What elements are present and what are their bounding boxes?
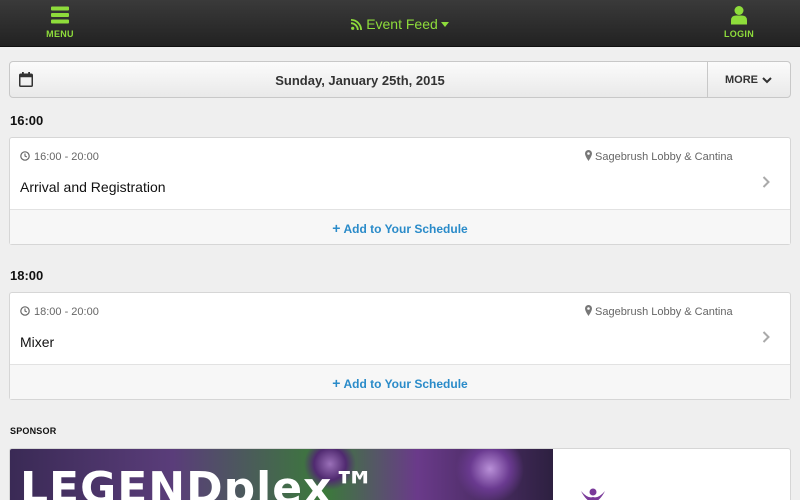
plus-icon: + [332, 375, 341, 391]
more-label: MORE [725, 74, 758, 86]
chevron-right-icon [762, 331, 770, 343]
event-card-body[interactable]: 18:00 - 20:00 Sagebrush Lobby & Cantina … [10, 293, 790, 365]
sponsor-header: SPONSOR [10, 426, 57, 436]
event-card[interactable]: 18:00 - 20:00 Sagebrush Lobby & Cantina … [9, 292, 791, 400]
add-to-schedule-button[interactable]: + Add to Your Schedule [10, 210, 790, 244]
event-location-text: Sagebrush Lobby & Cantina [595, 306, 733, 318]
add-to-schedule-label: Add to Your Schedule [343, 222, 468, 236]
event-card-body[interactable]: 16:00 - 20:00 Sagebrush Lobby & Cantina … [10, 138, 790, 210]
event-location: Sagebrush Lobby & Cantina [585, 150, 733, 163]
more-button[interactable]: MORE [707, 62, 791, 97]
menu-label: MENU [46, 29, 74, 39]
event-time: 18:00 - 20:00 [20, 306, 99, 318]
caret-down-icon [440, 22, 449, 27]
rss-icon [351, 19, 363, 31]
event-card[interactable]: 16:00 - 20:00 Sagebrush Lobby & Cantina … [9, 137, 791, 245]
event-feed-dropdown[interactable]: Event Feed [340, 16, 460, 32]
event-time: 16:00 - 20:00 [20, 151, 99, 163]
time-group-header: 16:00 [10, 113, 44, 128]
add-to-schedule-button[interactable]: + Add to Your Schedule [10, 365, 790, 399]
clock-icon [20, 151, 30, 161]
event-location-text: Sagebrush Lobby & Cantina [595, 151, 733, 163]
login-label: LOGIN [724, 29, 754, 39]
sponsor-banner[interactable]: LEGENDplex™ [9, 448, 791, 500]
chevron-right-icon [762, 176, 770, 188]
add-to-schedule-label: Add to Your Schedule [343, 377, 468, 391]
page-title: Event Feed [366, 16, 438, 32]
time-group-header: 18:00 [10, 268, 44, 283]
event-title: Arrival and Registration [20, 179, 166, 195]
sponsor-banner-image: LEGENDplex™ [10, 449, 553, 500]
user-icon [731, 6, 747, 25]
date-bar: Sunday, January 25th, 2015 MORE [9, 61, 791, 98]
top-navbar: MENU Event Feed LOGIN [0, 0, 800, 47]
menu-button[interactable]: MENU [25, 5, 95, 39]
hamburger-icon [51, 6, 69, 24]
sponsor-banner-text: LEGENDplex™ [20, 463, 378, 500]
clock-icon [20, 306, 30, 316]
login-button[interactable]: LOGIN [704, 5, 774, 39]
event-location: Sagebrush Lobby & Cantina [585, 305, 733, 318]
map-marker-icon [585, 305, 592, 316]
plus-icon: + [332, 220, 341, 236]
event-time-text: 18:00 - 20:00 [34, 306, 99, 318]
event-title: Mixer [20, 334, 55, 350]
chevron-down-icon [762, 77, 772, 84]
current-date: Sunday, January 25th, 2015 [275, 73, 445, 88]
sponsor-logo-icon [581, 488, 605, 500]
map-marker-icon [585, 150, 592, 161]
event-time-text: 16:00 - 20:00 [34, 151, 99, 163]
